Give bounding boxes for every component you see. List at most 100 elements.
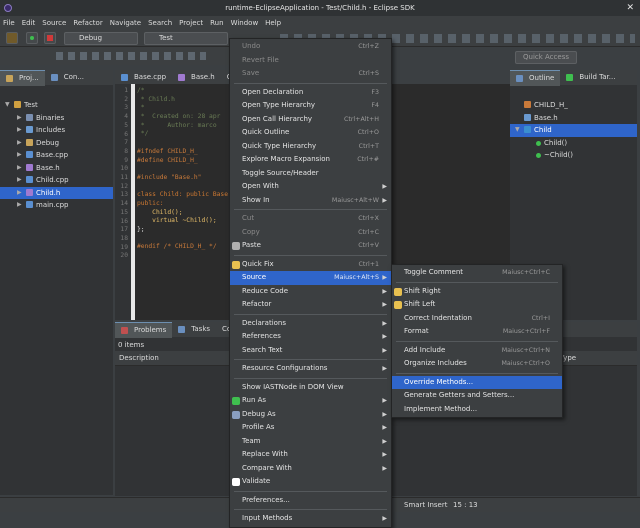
menu-item-search-text[interactable]: Search Text ▶ (230, 344, 391, 358)
project-tree: ▼ Test ▶ Binaries ▶ Includes ▶ Debug ▶ Base.cpp ▶ B… (0, 99, 113, 212)
tab-base-h[interactable]: Base.h (172, 70, 221, 84)
menu-item-quick-type-hierarchy[interactable]: Quick Type Hierarchy Ctrl+T (230, 140, 391, 154)
menu-item-debug-as[interactable]: Debug As ▶ (230, 408, 391, 422)
menu-item-declarations[interactable]: Declarations ▶ (230, 317, 391, 331)
menu-item-refactor[interactable]: Refactor ▶ (230, 298, 391, 312)
outline-item-child-h[interactable]: CHILD_H_ (510, 99, 637, 112)
tree-item-label: Test (24, 101, 38, 109)
menu-item-open-declaration[interactable]: Open Declaration F3 (230, 86, 391, 100)
menu-item-label: Input Methods (242, 514, 293, 522)
source-item-implement-method[interactable]: Implement Method... (392, 403, 562, 417)
menu-search[interactable]: Search (148, 19, 172, 27)
menu-item-preferences[interactable]: Preferences... (230, 494, 391, 508)
menu-item-cut[interactable]: Cut Ctrl+X (230, 212, 391, 226)
collapsed-arrow-icon[interactable]: ▶ (17, 199, 22, 212)
tree-item-debug[interactable]: ▶ Debug (0, 137, 113, 150)
source-item-toggle-comment[interactable]: Toggle Comment Maiusc+Ctrl+C (392, 266, 562, 280)
collapsed-arrow-icon[interactable]: ▶ (17, 174, 22, 187)
menu-file[interactable]: File (3, 19, 15, 27)
tab-tasks[interactable]: Tasks (172, 322, 216, 337)
tree-item-main-cpp[interactable]: ▶ main.cpp (0, 199, 113, 212)
menu-item-quick-outline[interactable]: Quick Outline Ctrl+O (230, 126, 391, 140)
menu-item-source[interactable]: Source Maiusc+Alt+S ▶ (230, 271, 391, 285)
menu-edit[interactable]: Edit (22, 19, 36, 27)
outline-item-child[interactable]: ~Child() (510, 149, 637, 162)
menu-item-label: Open With (242, 182, 279, 190)
tree-item-base-h[interactable]: ▶ Base.h (0, 162, 113, 175)
collapsed-arrow-icon[interactable]: ▶ (17, 162, 22, 175)
collapsed-arrow-icon[interactable]: ▶ (17, 137, 22, 150)
menu-item-validate[interactable]: Validate (230, 475, 391, 489)
collapsed-arrow-icon[interactable]: ▶ (17, 187, 22, 200)
menu-project[interactable]: Project (179, 19, 203, 27)
tree-item-test[interactable]: ▼ Test (0, 99, 113, 112)
menu-item-references[interactable]: References ▶ (230, 330, 391, 344)
source-item-add-include[interactable]: Add Include Maiusc+Ctrl+N (392, 344, 562, 358)
collapsed-arrow-icon[interactable]: ▶ (17, 149, 22, 162)
menu-help[interactable]: Help (265, 19, 281, 27)
source-item-shift-left[interactable]: Shift Left (392, 298, 562, 312)
quick-access-field[interactable]: Quick Access (515, 51, 577, 64)
collapsed-arrow-icon[interactable]: ▶ (17, 124, 22, 137)
column-description[interactable]: Description (119, 354, 159, 362)
menu-item-team[interactable]: Team ▶ (230, 435, 391, 449)
menu-refactor[interactable]: Refactor (73, 19, 102, 27)
menu-item-run-as[interactable]: Run As ▶ (230, 394, 391, 408)
tree-item-base-cpp[interactable]: ▶ Base.cpp (0, 149, 113, 162)
outline-item-child[interactable]: ▼ Child (510, 124, 637, 137)
menu-item-open-type-hierarchy[interactable]: Open Type Hierarchy F4 (230, 99, 391, 113)
tree-item-child-cpp[interactable]: ▶ Child.cpp (0, 174, 113, 187)
menu-run[interactable]: Run (210, 19, 223, 27)
tab-project-explorer[interactable]: Proj... (0, 69, 45, 86)
tree-item-binaries[interactable]: ▶ Binaries (0, 112, 113, 125)
tab-outline[interactable]: Outline (510, 69, 561, 86)
menu-item-show-in[interactable]: Show In Maiusc+Alt+W ▶ (230, 194, 391, 208)
outline-item-base-h[interactable]: Base.h (510, 112, 637, 125)
collapsed-arrow-icon[interactable]: ▶ (17, 112, 22, 125)
menu-item-copy[interactable]: Copy Ctrl+C (230, 226, 391, 240)
tree-item-includes[interactable]: ▶ Includes (0, 124, 113, 137)
menu-item-resource-configurations[interactable]: Resource Configurations ▶ (230, 362, 391, 376)
source-item-organize-includes[interactable]: Organize Includes Maiusc+Ctrl+O (392, 357, 562, 371)
tab-problems[interactable]: Problems (115, 321, 173, 338)
outline-item-label: Base.h (534, 113, 558, 122)
expanded-arrow-icon[interactable]: ▼ (515, 124, 520, 137)
source-item-shift-right[interactable]: Shift Right (392, 285, 562, 299)
menu-item-replace-with[interactable]: Replace With ▶ (230, 448, 391, 462)
menu-item-toggle-source-header[interactable]: Toggle Source/Header (230, 167, 391, 181)
menu-item-save[interactable]: Save Ctrl+S (230, 67, 391, 81)
source-item-correct-indentation[interactable]: Correct Indentation Ctrl+I (392, 312, 562, 326)
menu-item-compare-with[interactable]: Compare With ▶ (230, 462, 391, 476)
menu-item-open-call-hierarchy[interactable]: Open Call Hierarchy Ctrl+Alt+H (230, 113, 391, 127)
menu-item-revert-file[interactable]: Revert File (230, 54, 391, 68)
menu-window[interactable]: Window (231, 19, 259, 27)
source-item-format[interactable]: Format Maiusc+Ctrl+F (392, 325, 562, 339)
stop-icon[interactable] (44, 32, 56, 44)
source-item-override-methods[interactable]: Override Methods... (392, 375, 562, 389)
menu-item-undo[interactable]: Undo Ctrl+Z (230, 40, 391, 54)
menu-item-reduce-code[interactable]: Reduce Code ▶ (230, 285, 391, 299)
menu-item-explore-macro-expansion[interactable]: Explore Macro Expansion Ctrl+# (230, 153, 391, 167)
menu-item-show-iastnode-in-dom-view[interactable]: Show IASTNode in DOM View (230, 381, 391, 395)
tab-build-targets[interactable]: Build Tar... (560, 70, 621, 85)
launch-mode-combo[interactable]: Debug (64, 32, 138, 45)
menu-item-quick-fix[interactable]: Quick Fix Ctrl+1 (230, 258, 391, 272)
new-icon[interactable] (6, 32, 18, 44)
menu-item-input-methods[interactable]: Input Methods ▶ (230, 512, 391, 526)
expanded-arrow-icon[interactable]: ▼ (5, 99, 10, 112)
menu-item-paste[interactable]: Paste Ctrl+V (230, 239, 391, 253)
menu-source[interactable]: Source (42, 19, 66, 27)
launch-config-combo[interactable]: Test (144, 32, 228, 45)
tree-item-child-h[interactable]: ▶ Child.h (0, 186, 113, 200)
folder-icon (26, 138, 33, 146)
menu-item-profile-as[interactable]: Profile As ▶ (230, 421, 391, 435)
run-icon[interactable] (26, 32, 38, 44)
menu-item-label: Debug As (242, 409, 276, 418)
menu-item-open-with[interactable]: Open With ▶ (230, 180, 391, 194)
source-item-generate-getters-and-setters[interactable]: Generate Getters and Setters... (392, 389, 562, 403)
outline-item-child[interactable]: Child() (510, 137, 637, 150)
close-icon[interactable]: ✕ (626, 0, 634, 16)
tab-base-cpp[interactable]: Base.cpp (115, 70, 172, 84)
tab-connections[interactable]: Con... (45, 70, 90, 85)
menu-navigate[interactable]: Navigate (110, 19, 141, 27)
